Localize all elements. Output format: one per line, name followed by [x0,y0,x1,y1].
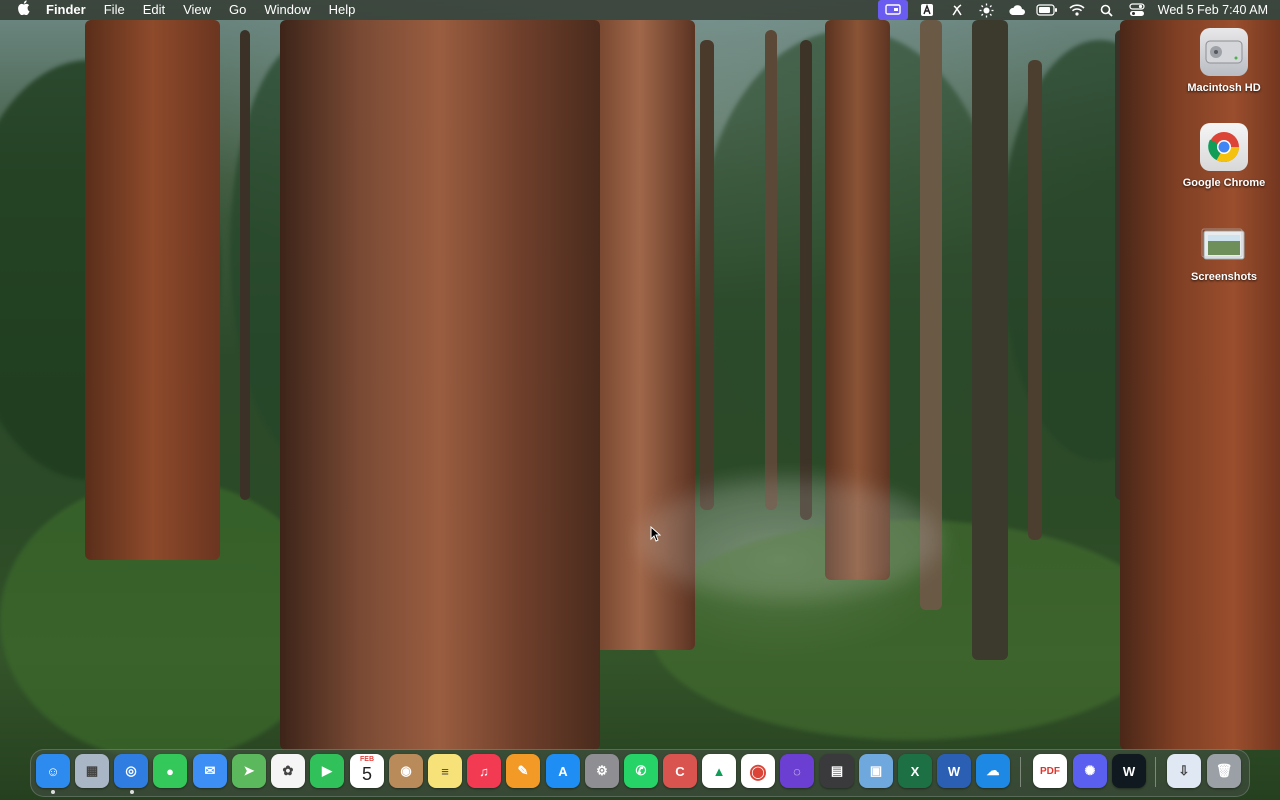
dock-app-launchpad[interactable]: ▦ [75,754,109,788]
search-icon[interactable] [1092,0,1122,20]
webex-like-icon: W [1122,763,1136,779]
wifi-icon[interactable] [1062,0,1092,20]
running-indicator [51,790,55,794]
dock-separator [1155,757,1156,787]
preview-icon: ▣ [869,763,883,778]
word-icon: W [947,763,961,779]
brightness-icon[interactable] [972,0,1002,20]
dock-app-calculator[interactable]: ▤ [820,754,854,788]
dock-app-app-store[interactable]: A [546,754,580,788]
dock-app-music[interactable]: ♫ [467,754,501,788]
dock-app-notes[interactable]: ≡ [428,754,462,788]
dock-app-excel[interactable]: X [898,754,932,788]
apple-menu-icon[interactable] [12,0,34,21]
menu-file[interactable]: File [95,0,134,20]
whatsapp-icon: ✆ [635,763,647,778]
dock-app-downloads-stack[interactable]: ⇩ [1167,754,1201,788]
dock-app-contacts[interactable]: ◉ [389,754,423,788]
dock-app-google-drive[interactable]: ▲ [702,754,736,788]
menubar-clock[interactable]: Wed 5 Feb 7:40 AM [1152,3,1280,17]
dock-app-pdf-reader[interactable]: PDF [1033,754,1067,788]
music-icon: ♫ [479,763,489,779]
dock-app-photos[interactable]: ✿ [271,754,305,788]
google-drive-icon: ▲ [712,763,726,779]
pdf-reader-icon: PDF [1040,765,1060,777]
launchpad-icon: ▦ [85,763,99,778]
dock-app-preview[interactable]: ▣ [859,754,893,788]
hard-drive-icon [1200,28,1248,76]
dock-app-trash[interactable]: 🗑 [1207,754,1241,788]
calculator-icon: ▤ [830,763,844,778]
mail-icon: ✉ [204,763,216,778]
dock-app-onedrive[interactable]: ☁ [976,754,1010,788]
desktop-wallpaper [0,0,1280,800]
podcasts-like-icon: ◌ [793,763,801,779]
dock-app-pages[interactable]: ✎ [506,754,540,788]
dock-app-perplexity-like[interactable]: ✺ [1073,754,1107,788]
chrome-icon [1200,123,1248,171]
text-input-icon[interactable] [912,0,942,20]
dock-app-podcasts-like[interactable]: ◌ [780,754,814,788]
battery-icon[interactable] [1032,0,1062,20]
dock-app-facetime[interactable]: ▶ [310,754,344,788]
onedrive-icon: ☁ [986,763,1000,778]
photos-icon: ✿ [282,763,294,778]
dock-app-finder[interactable]: ☺ [36,754,70,788]
dock-app-system-settings[interactable]: ⚙ [585,754,619,788]
dock-app-messages[interactable]: ● [153,754,187,788]
dock-separator [1020,757,1021,787]
screen-mirroring-icon[interactable] [877,0,908,20]
folder-icon [1200,225,1248,265]
dock-app-mail[interactable]: ✉ [193,754,227,788]
messages-icon: ● [166,763,174,779]
control-center-icon[interactable] [1122,0,1152,20]
menu-go[interactable]: Go [220,0,255,20]
dock-app-google-chrome[interactable]: ◉ [741,754,775,788]
menu-window[interactable]: Window [255,0,319,20]
dock-app-whatsapp[interactable]: ✆ [624,754,658,788]
excel-icon: X [910,763,920,779]
menu-finder[interactable]: Finder [42,0,95,20]
desktop-icon-label: Google Chrome [1182,177,1266,189]
pages-icon: ✎ [517,763,529,778]
dock-app-calendar[interactable]: FEB 5 [350,754,384,788]
menu-help[interactable]: Help [320,0,365,20]
perplexity-like-icon: ✺ [1084,763,1096,778]
menu-bar: Finder File Edit View Go Window Help Wed… [0,0,1280,20]
script-icon[interactable] [942,0,972,20]
desktop-icon-macintosh-hd[interactable]: Macintosh HD [1179,28,1269,94]
contacts-icon: ◉ [400,763,412,778]
dock-app-ccleaner[interactable]: C [663,754,697,788]
desktop-icon-screenshots[interactable]: Screenshots [1179,225,1269,283]
calendar-day: 5 [361,764,372,784]
system-settings-icon: ⚙ [596,763,608,778]
desktop-icon-google-chrome[interactable]: Google Chrome [1179,123,1269,189]
ccleaner-icon: C [675,763,685,779]
app-store-icon: A [558,763,568,779]
cloud-icon[interactable] [1002,0,1032,20]
notes-icon: ≡ [441,763,449,779]
trash-icon: 🗑 [1215,763,1233,778]
menu-edit[interactable]: Edit [134,0,174,20]
finder-icon: ☺ [46,763,60,779]
mouse-cursor [650,525,662,547]
dock-app-webex-like[interactable]: W [1112,754,1146,788]
desktop-icon-label: Macintosh HD [1187,82,1261,94]
safari-icon: ◎ [125,763,137,778]
dock-app-maps[interactable]: ➤ [232,754,266,788]
running-indicator [130,790,134,794]
facetime-icon: ▶ [322,763,332,778]
maps-icon: ➤ [243,763,255,778]
calendar-month: FEB [360,756,374,763]
dock-app-word[interactable]: W [937,754,971,788]
google-chrome-icon: ◉ [749,760,767,783]
menu-view[interactable]: View [174,0,220,20]
desktop-icon-label: Screenshots [1190,271,1258,283]
downloads-stack-icon: ⇩ [1178,763,1190,778]
dock-app-safari[interactable]: ◎ [114,754,148,788]
